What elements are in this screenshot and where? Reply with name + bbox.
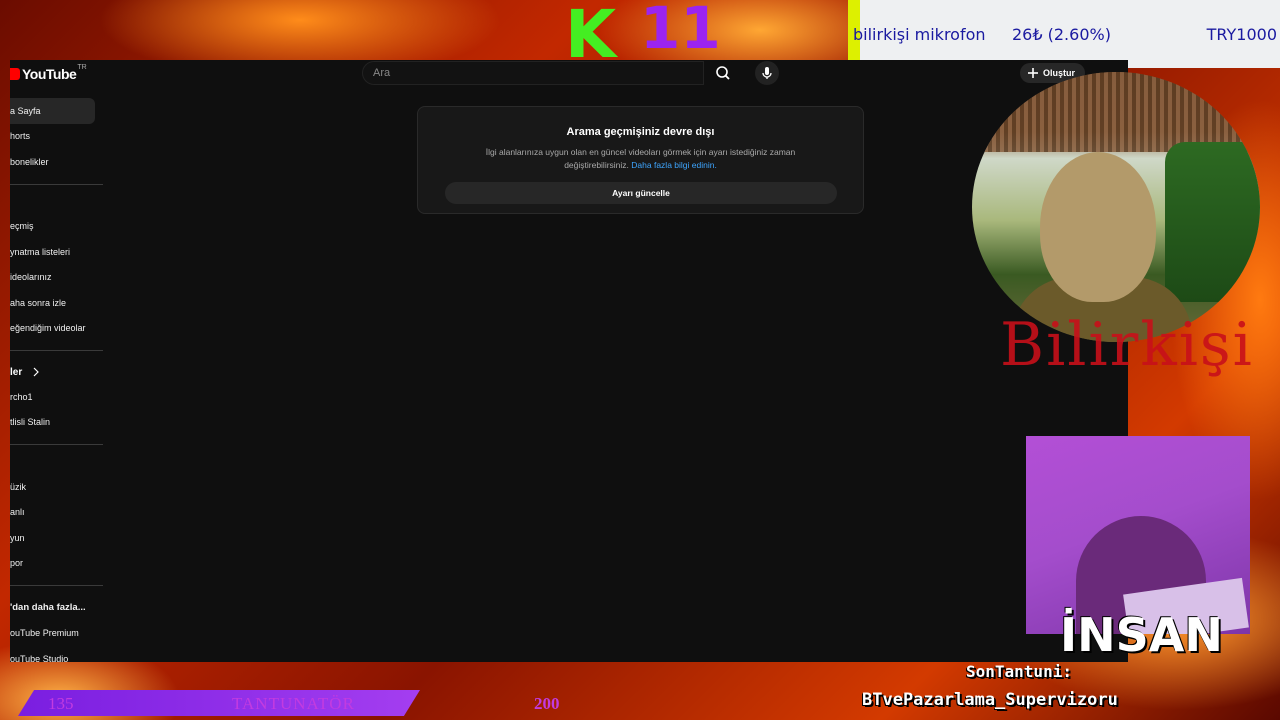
- sidebar-divider: [10, 350, 103, 351]
- youtube-window: YouTube TR Ara Oluştur a Sayfa horts bon…: [10, 60, 1128, 662]
- sidebar-item-watch-later[interactable]: aha sonra izle: [10, 290, 103, 316]
- goal-label: TANTUNATÖR: [232, 694, 355, 713]
- sidebar-item-your-videos[interactable]: ideolarınız: [10, 265, 103, 291]
- goal-current: 135: [48, 694, 74, 713]
- youtube-logo[interactable]: YouTube TR: [10, 64, 87, 82]
- ticker-goal: TRY1000: [1206, 25, 1277, 44]
- subscriptions-header-label: ler: [10, 366, 23, 378]
- sidebar-item-channel[interactable]: rcho1: [10, 384, 103, 410]
- sidebar-divider: [10, 183, 103, 185]
- streamer-webcam: [972, 72, 1260, 342]
- sidebar-item-premium[interactable]: ouTube Premium: [10, 621, 103, 647]
- learn-more-link[interactable]: Daha fazla bilgi edinin.: [631, 160, 717, 170]
- play-icon: [10, 68, 20, 80]
- update-setting-button[interactable]: Ayarı güncelle: [445, 182, 837, 204]
- goal-target: 200: [534, 694, 560, 713]
- sidebar-item-shorts[interactable]: horts: [10, 124, 103, 150]
- sidebar-item-history[interactable]: eçmiş: [10, 214, 103, 240]
- sidebar-item-playlists[interactable]: ynatma listeleri: [10, 239, 103, 265]
- logo-wordmark: YouTube: [22, 66, 77, 82]
- sidebar-more-header: 'dan daha fazla...: [10, 602, 86, 614]
- ticker-item: bilirkişi mikrofon: [853, 25, 986, 44]
- goal-progress-bar: [18, 690, 420, 716]
- region-code: TR: [77, 64, 87, 71]
- guest-webcam: [1026, 436, 1250, 634]
- sidebar-item-music[interactable]: üzik: [10, 474, 103, 500]
- counter-number: 11: [640, 0, 721, 62]
- notice-title: Arama geçmişiniz devre dışı: [566, 126, 715, 138]
- notice-text: İlgi alanlarınıza uygun olan en güncel v…: [418, 146, 863, 172]
- chevron-right-icon: [33, 367, 40, 377]
- history-disabled-notice: Arama geçmişiniz devre dışı İlgi alanlar…: [417, 106, 864, 214]
- sidebar-item-sports[interactable]: por: [10, 551, 103, 577]
- search-icon: [716, 66, 730, 80]
- sidebar-divider: [10, 585, 103, 586]
- webcam-name-label: Bilirkişi: [1000, 310, 1254, 380]
- guest-name-label: İNSAN: [1060, 608, 1223, 662]
- sidebar-item-channel[interactable]: tlisli Stalin: [10, 410, 103, 436]
- sidebar-item-subscriptions[interactable]: bonelikler: [10, 149, 103, 175]
- sidebar-item-liked-videos[interactable]: eğendiğim videolar: [10, 316, 103, 342]
- sidebar-item-live[interactable]: anlı: [10, 500, 103, 526]
- sidebar-subscriptions-header[interactable]: ler: [10, 360, 103, 384]
- ticker-price: 26₺ (2.60%): [1012, 25, 1111, 44]
- search-button[interactable]: [710, 64, 736, 82]
- donation-ticker: bilirkişi mikrofon 26₺ (2.60%) TRY1000: [848, 0, 1280, 68]
- last-tantuni-label: SonTantuni:: [966, 662, 1072, 681]
- sidebar: a Sayfa horts bonelikler eçmiş ynatma li…: [10, 98, 103, 662]
- sidebar-item-home[interactable]: a Sayfa: [10, 98, 95, 124]
- sidebar-divider: [10, 444, 103, 445]
- last-tantuni-name: BTvePazarlama_Supervizoru: [862, 690, 1118, 710]
- sidebar-item-studio[interactable]: ouTube Studio: [10, 646, 103, 662]
- search-input[interactable]: Ara: [362, 61, 704, 85]
- microphone-icon: [762, 67, 772, 79]
- voice-search-button[interactable]: [755, 61, 779, 85]
- sidebar-item-gaming[interactable]: yun: [10, 525, 103, 551]
